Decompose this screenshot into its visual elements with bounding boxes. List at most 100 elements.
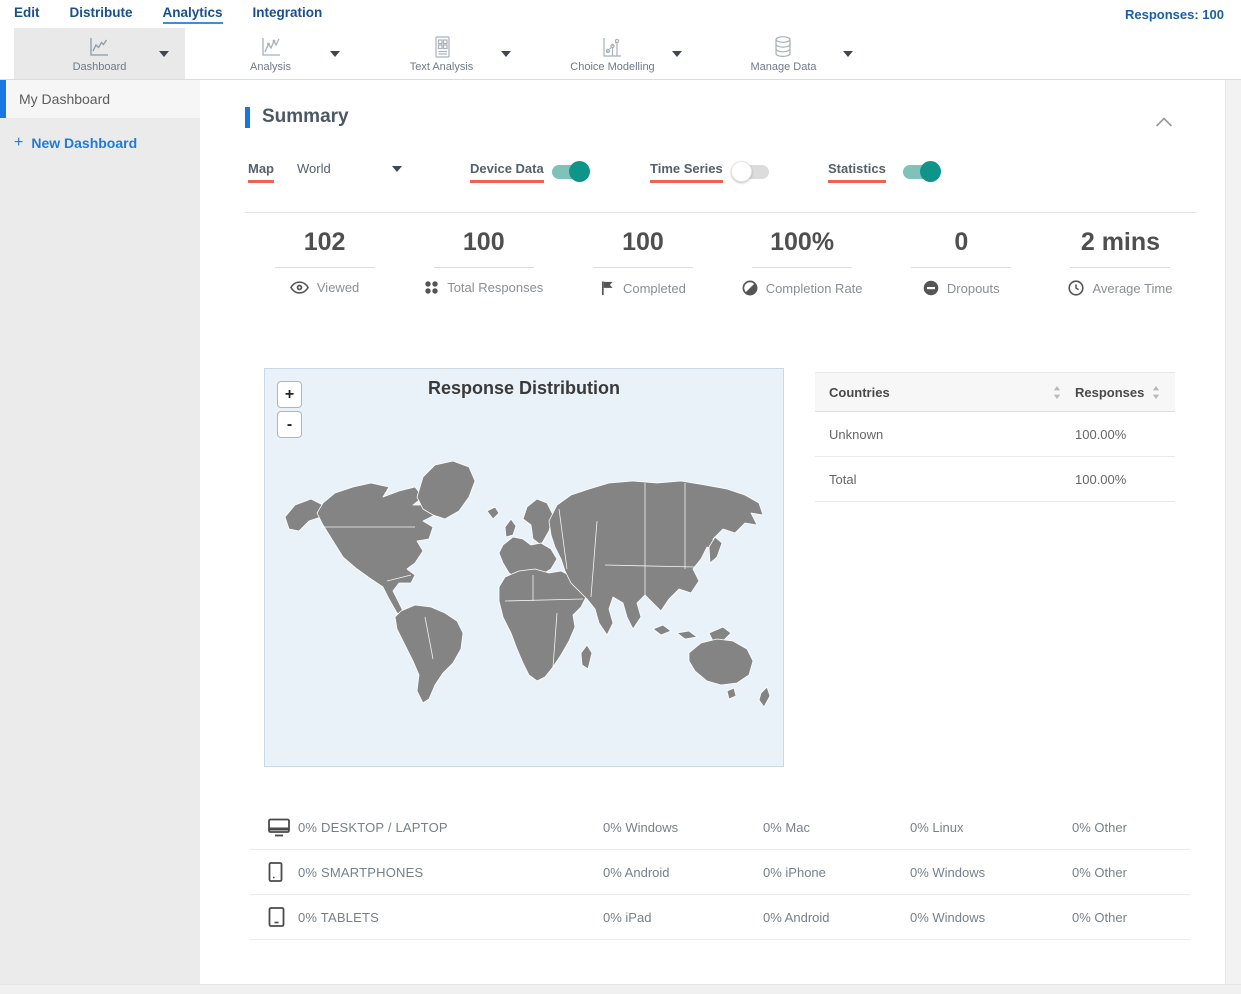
desktop-icon <box>250 818 298 837</box>
countries-table: Countries Responses Unknown 100.00% Tota… <box>815 372 1175 502</box>
map-zoom-out-button[interactable]: - <box>277 411 302 438</box>
stat-label: Completed <box>622 280 686 296</box>
new-dashboard-label: New Dashboard <box>31 135 138 151</box>
device-stat: 0% Windows <box>910 864 986 880</box>
sidebar-item-my-dashboard[interactable]: My Dashboard <box>0 80 200 118</box>
map-region-indonesia <box>676 630 698 640</box>
device-row-tablets: 0% TABLETS 0% iPad 0% Android 0% Windows… <box>250 895 1190 940</box>
device-data-toggle[interactable] <box>552 161 590 182</box>
stat-dropouts: 0 Dropouts <box>882 228 1041 296</box>
new-dashboard-button[interactable]: + New Dashboard <box>0 134 200 152</box>
toggle-knob <box>569 161 590 182</box>
responses-column-header[interactable]: Responses <box>1075 385 1144 400</box>
device-data-label: Device Data <box>470 161 544 183</box>
half-circle-icon <box>742 280 758 296</box>
document-grid-icon <box>430 35 454 59</box>
statistics-toggle[interactable] <box>903 161 941 182</box>
toggle-knob <box>920 161 941 182</box>
section-title: Summary <box>262 106 349 127</box>
toolbar-dashboard[interactable]: Dashboard <box>14 28 185 79</box>
chevron-down-icon[interactable] <box>330 51 340 57</box>
dots-grid-icon <box>425 281 438 294</box>
divider <box>1070 267 1171 268</box>
map-region-iceland <box>486 506 500 520</box>
device-label: 0% DESKTOP / LAPTOP <box>298 819 448 835</box>
sort-icon[interactable] <box>1152 385 1160 399</box>
nav-distribute[interactable]: Distribute <box>70 5 133 24</box>
collapse-section-button[interactable] <box>1155 114 1173 132</box>
nav-edit[interactable]: Edit <box>14 5 40 24</box>
device-stat: 0% Windows <box>910 909 986 925</box>
stat-label: Total Responses <box>447 280 544 295</box>
section-accent-bar <box>245 106 250 128</box>
chevron-down-icon[interactable] <box>501 51 511 57</box>
stat-value: 0 <box>954 228 969 256</box>
map-region-select[interactable]: World <box>297 161 402 176</box>
nav-items: Edit Distribute Analytics Integration <box>0 5 322 24</box>
chevron-down-icon[interactable] <box>843 51 853 57</box>
flag-icon <box>601 281 613 296</box>
map-region-greenland <box>416 460 476 520</box>
stat-value: 100 <box>622 228 664 256</box>
toolbar-text-analysis[interactable]: Text Analysis <box>356 28 527 79</box>
map-region-indonesia <box>652 624 672 636</box>
time-series-toggle[interactable] <box>731 161 769 182</box>
stat-value: 2 mins <box>1080 228 1161 256</box>
stat-completion-rate: 100% Completion Rate <box>723 228 882 296</box>
horizontal-scrollbar[interactable] <box>0 984 1241 994</box>
vertical-scrollbar[interactable] <box>1225 80 1241 994</box>
divider <box>245 212 1197 213</box>
stat-value: 100 <box>462 228 505 256</box>
divider <box>274 267 375 268</box>
countries-table-header: Countries Responses <box>815 372 1175 412</box>
map-region-new-zealand <box>758 686 771 708</box>
toolbar-choice-modelling[interactable]: Choice Modelling <box>527 28 698 79</box>
country-value: 100.00% <box>1075 426 1127 442</box>
country-value: 100.00% <box>1075 471 1127 487</box>
analysis-chart-icon <box>259 35 283 59</box>
table-row: Unknown 100.00% <box>815 412 1175 457</box>
sort-icon[interactable] <box>1053 385 1061 399</box>
device-label: 0% TABLETS <box>298 909 379 925</box>
chevron-down-icon <box>392 165 402 172</box>
eye-icon <box>289 281 309 294</box>
map-region-madagascar <box>580 644 593 670</box>
line-chart-icon <box>87 35 111 59</box>
toolbar-manage-data[interactable]: Manage Data <box>698 28 869 79</box>
toolbar-manage-data-label: Manage Data <box>750 60 817 73</box>
map-region-value: World <box>297 161 331 176</box>
page: Edit Distribute Analytics Integration Re… <box>0 0 1241 994</box>
nav-integration[interactable]: Integration <box>253 5 323 24</box>
world-map[interactable] <box>265 369 785 768</box>
chevron-down-icon[interactable] <box>672 51 682 57</box>
analytics-toolbar: Dashboard Analysis Text Analysis Choice … <box>0 28 1241 80</box>
divider <box>752 267 853 268</box>
responses-count: Responses: 100 <box>1125 6 1224 22</box>
device-stat: 0% iPhone <box>763 864 826 880</box>
map-region-tasmania <box>726 687 737 700</box>
toolbar-analysis[interactable]: Analysis <box>185 28 356 79</box>
country-name: Unknown <box>829 426 884 442</box>
map-region-scandinavia <box>522 498 554 546</box>
summary-card: Summary Map World Device Data Time Serie… <box>225 80 1225 984</box>
toolbar-choice-modelling-label: Choice Modelling <box>570 60 655 73</box>
table-row: Total 100.00% <box>815 457 1175 502</box>
map-region-asia <box>548 480 764 636</box>
chevron-down-icon[interactable] <box>159 51 169 57</box>
device-stat: 0% Windows <box>603 819 679 835</box>
map-zoom-in-button[interactable]: + <box>277 381 302 408</box>
summary-controls: Map World Device Data Time Series Statis… <box>225 155 1225 189</box>
stat-label: Average Time <box>1092 280 1173 296</box>
time-series-label: Time Series <box>650 161 723 183</box>
stat-value: 100% <box>770 228 835 256</box>
scatter-chart-icon <box>600 35 624 59</box>
statistics-label: Statistics <box>828 161 886 183</box>
tablet-icon <box>250 907 298 927</box>
device-row-desktop: 0% DESKTOP / LAPTOP 0% Windows 0% Mac 0%… <box>250 805 1190 850</box>
stat-total-responses: 100 Total Responses <box>404 228 563 296</box>
stat-average-time: 2 mins Average Time <box>1041 228 1200 296</box>
divider <box>592 267 693 268</box>
nav-analytics[interactable]: Analytics <box>162 5 223 24</box>
device-stat: 0% Android <box>603 864 670 880</box>
countries-column-header[interactable]: Countries <box>829 385 890 400</box>
